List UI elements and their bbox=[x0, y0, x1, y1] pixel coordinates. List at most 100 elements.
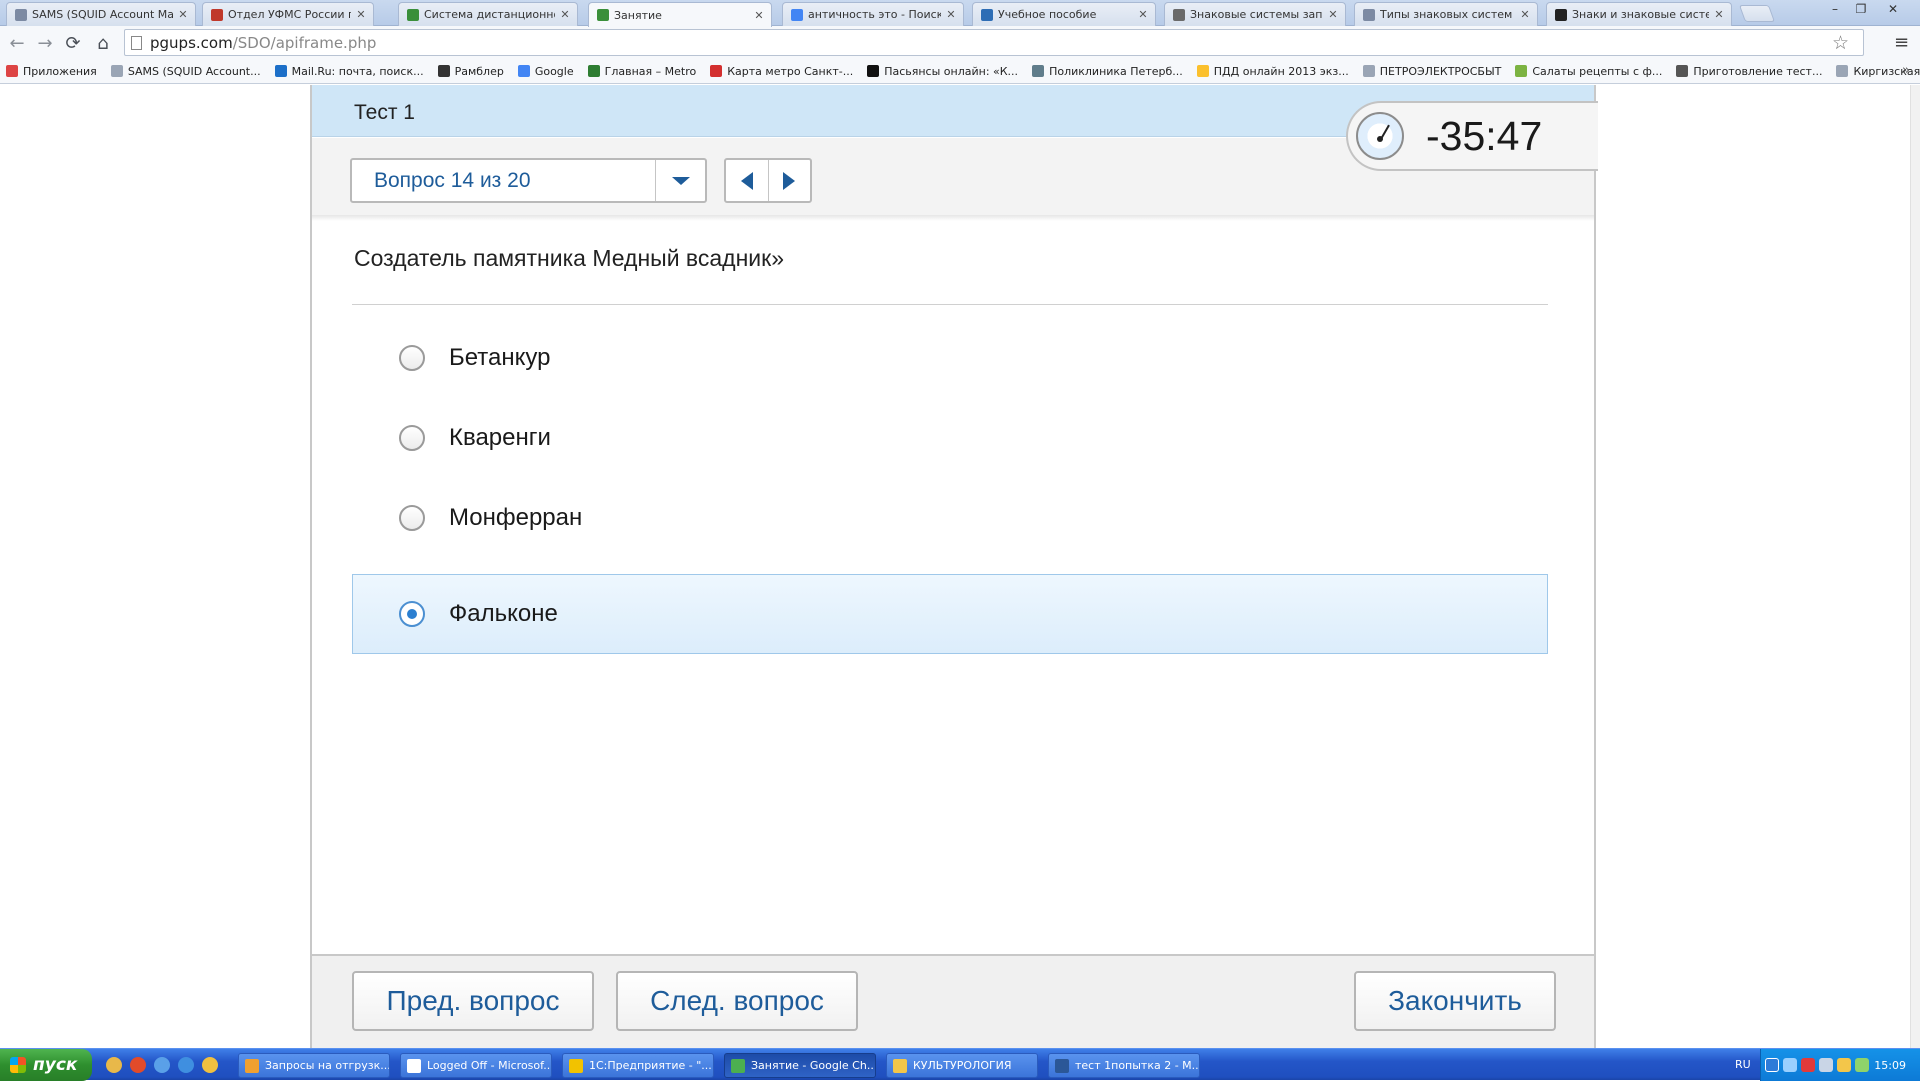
metro-m-icon bbox=[710, 65, 723, 77]
tab-close-icon[interactable]: ✕ bbox=[1137, 8, 1149, 21]
tab-close-icon[interactable]: ✕ bbox=[559, 8, 571, 21]
tray-update-icon[interactable] bbox=[1855, 1058, 1869, 1072]
previous-question-button[interactable]: Пред. вопрос bbox=[352, 971, 594, 1031]
dropdown-toggle[interactable] bbox=[655, 160, 705, 201]
bookmark-item[interactable]: Главная – Metro bbox=[587, 65, 696, 78]
browser-tab[interactable]: античность это - Поиск в G✕ bbox=[782, 2, 964, 26]
quicklaunch-opera-icon[interactable] bbox=[130, 1057, 146, 1073]
taskbar-item[interactable]: Запросы на отгрузк... bbox=[238, 1053, 390, 1078]
bookmark-item[interactable]: Рамблер bbox=[437, 65, 504, 78]
bookmark-item[interactable]: Поликлиника Петерб... bbox=[1032, 65, 1183, 78]
page-favicon-icon bbox=[1363, 8, 1375, 21]
browser-tab[interactable]: Учебное пособие ✕ bbox=[972, 2, 1156, 26]
bookmark-item[interactable]: Приготовление тест... bbox=[1676, 65, 1822, 78]
word-icon bbox=[1055, 1058, 1069, 1073]
answer-option[interactable]: Кваренги bbox=[352, 398, 1548, 478]
page-favicon-icon bbox=[981, 8, 993, 21]
browser-tab-active[interactable]: Занятие ✕ bbox=[588, 2, 772, 27]
answer-label: Монферран bbox=[449, 504, 583, 531]
previous-question-arrow-button[interactable] bbox=[726, 160, 768, 201]
tab-close-icon[interactable]: ✕ bbox=[1519, 8, 1531, 21]
system-tray: 15:09 bbox=[1760, 1049, 1920, 1081]
test-footer: Пред. вопрос След. вопрос Закончить bbox=[312, 954, 1594, 1048]
reload-icon[interactable]: ⟳ bbox=[62, 32, 84, 54]
metro-icon bbox=[587, 65, 600, 77]
browser-tab[interactable]: Типы знаковых систем и их✕ bbox=[1354, 2, 1538, 26]
page-scrollbar[interactable] bbox=[1910, 85, 1920, 1048]
bookmark-item[interactable]: Карта метро Санкт-... bbox=[710, 65, 853, 78]
tray-expand-icon[interactable] bbox=[1765, 1058, 1779, 1072]
browser-tab[interactable]: Система дистанционного о✕ bbox=[398, 2, 578, 26]
answer-option[interactable]: Монферран bbox=[352, 478, 1548, 558]
tray-network-icon[interactable] bbox=[1783, 1058, 1797, 1072]
tab-close-icon[interactable]: ✕ bbox=[177, 8, 189, 21]
bookmark-item[interactable]: SAMS (SQUID Account... bbox=[110, 65, 261, 78]
forward-arrow-icon[interactable]: → bbox=[34, 32, 56, 54]
taskbar-item[interactable]: КУЛЬТУРОЛОГИЯ bbox=[886, 1053, 1038, 1078]
browser-tab[interactable]: SAMS (SQUID Account Mana ✕ bbox=[6, 2, 196, 26]
tab-close-icon[interactable]: ✕ bbox=[945, 8, 957, 21]
tab-close-icon[interactable]: ✕ bbox=[753, 9, 765, 22]
question-selector-dropdown[interactable]: Вопрос 14 из 20 bbox=[350, 158, 707, 203]
taskbar-item[interactable]: 1С:Предприятие - "... bbox=[562, 1053, 714, 1078]
browser-menu-icon[interactable]: ≡ bbox=[1894, 32, 1914, 53]
browser-tab[interactable]: Отдел УФМС России по Сан✕ bbox=[202, 2, 374, 26]
page-icon bbox=[1362, 65, 1375, 77]
new-tab-button[interactable] bbox=[1738, 5, 1776, 22]
quicklaunch-ie-icon[interactable] bbox=[178, 1057, 194, 1073]
tray-antivirus-icon[interactable] bbox=[1801, 1058, 1815, 1072]
tray-display-icon[interactable] bbox=[1819, 1058, 1833, 1072]
minimize-icon[interactable]: – bbox=[1822, 0, 1848, 18]
app-icon bbox=[245, 1058, 259, 1073]
next-question-button[interactable]: След. вопрос bbox=[616, 971, 858, 1031]
start-button[interactable]: пуск bbox=[0, 1049, 92, 1081]
tab-close-icon[interactable]: ✕ bbox=[1713, 8, 1725, 21]
taskbar-item[interactable]: тест 1попытка 2 - M... bbox=[1048, 1053, 1200, 1078]
apps-grid-icon bbox=[6, 65, 18, 77]
browser-tab[interactable]: Знаковые системы записи -✕ bbox=[1164, 2, 1346, 26]
radio-button-selected[interactable] bbox=[399, 601, 425, 627]
radio-button[interactable] bbox=[399, 345, 425, 371]
chrome-icon bbox=[731, 1058, 745, 1073]
page-favicon-icon bbox=[597, 9, 609, 21]
bookmark-item[interactable]: Mail.Ru: почта, поиск... bbox=[274, 65, 424, 78]
address-bar[interactable]: pgups.com/SDO/apiframe.php ☆ bbox=[124, 29, 1864, 56]
back-arrow-icon[interactable]: ← bbox=[6, 32, 28, 54]
finish-test-button[interactable]: Закончить bbox=[1354, 971, 1556, 1031]
app-icon bbox=[407, 1058, 421, 1073]
bookmarks-bar: Приложения SAMS (SQUID Account... Mail.R… bbox=[0, 59, 1920, 84]
bookmark-item[interactable]: ПДД онлайн 2013 экз... bbox=[1196, 65, 1349, 78]
page-favicon-icon bbox=[1173, 8, 1185, 21]
close-window-icon[interactable]: ✕ bbox=[1880, 0, 1906, 18]
quicklaunch-chrome-icon[interactable] bbox=[106, 1057, 122, 1073]
bookmark-star-icon[interactable]: ☆ bbox=[1832, 32, 1849, 54]
tray-sound-icon[interactable] bbox=[1837, 1058, 1851, 1072]
taskbar-item-active[interactable]: Занятие - Google Ch... bbox=[724, 1053, 876, 1078]
bookmarks-overflow-icon[interactable]: » bbox=[1902, 63, 1910, 78]
quicklaunch-mail-icon[interactable] bbox=[202, 1057, 218, 1073]
radio-button[interactable] bbox=[399, 425, 425, 451]
next-question-arrow-button[interactable] bbox=[767, 160, 811, 201]
tab-close-icon[interactable]: ✕ bbox=[1327, 8, 1339, 21]
tab-close-icon[interactable]: ✕ bbox=[355, 8, 367, 21]
answer-option[interactable]: Бетанкур bbox=[352, 318, 1548, 398]
rambler-icon bbox=[437, 65, 450, 77]
bookmark-item[interactable]: Google bbox=[517, 65, 574, 78]
bookmark-item[interactable]: Приложения bbox=[6, 65, 97, 78]
windows-logo-icon bbox=[10, 1057, 26, 1073]
home-icon[interactable]: ⌂ bbox=[92, 32, 114, 54]
windows-taskbar: пуск Запросы на отгрузк... Logged Off - … bbox=[0, 1048, 1920, 1081]
language-indicator[interactable]: RU bbox=[1735, 1058, 1751, 1071]
page-icon bbox=[110, 65, 123, 77]
taskbar-item[interactable]: Logged Off - Microsof... bbox=[400, 1053, 552, 1078]
bookmark-item[interactable]: Салаты рецепты с ф... bbox=[1515, 65, 1662, 78]
browser-tab[interactable]: Знаки и знаковые системы✕ bbox=[1546, 2, 1732, 26]
radio-button[interactable] bbox=[399, 505, 425, 531]
quicklaunch-desktop-icon[interactable] bbox=[154, 1057, 170, 1073]
maximize-icon[interactable]: ❐ bbox=[1848, 0, 1874, 18]
folder-icon bbox=[893, 1058, 907, 1073]
clock: 15:09 bbox=[1874, 1058, 1906, 1072]
answer-option-selected[interactable]: Фальконе bbox=[352, 574, 1548, 654]
bookmark-item[interactable]: Пасьянсы онлайн: «К... bbox=[867, 65, 1018, 78]
bookmark-item[interactable]: ПЕТРОЭЛЕКТРОСБЫТ bbox=[1362, 65, 1501, 78]
